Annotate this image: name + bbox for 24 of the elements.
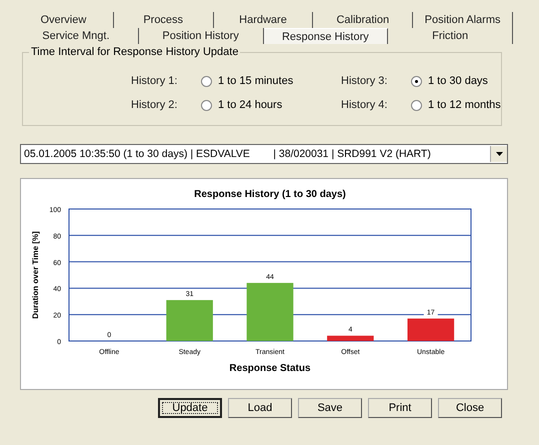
x-axis-title: Response Status	[229, 363, 311, 374]
history-label: History 3:	[341, 75, 388, 87]
radio-option[interactable]: 1 to 15 minutes	[201, 75, 341, 87]
radio-option[interactable]: 1 to 30 days	[411, 75, 539, 87]
action-button[interactable]: Print	[368, 398, 432, 418]
radio-option[interactable]: 1 to 24 hours	[201, 99, 341, 111]
action-button[interactable]: Update	[158, 398, 222, 418]
bar	[166, 300, 213, 341]
action-button[interactable]: Save	[298, 398, 362, 418]
history-label: History 2:	[131, 99, 178, 111]
bar	[246, 282, 294, 341]
history-label: History 1:	[131, 75, 178, 87]
y-axis-title: Duration over Time [%]	[31, 231, 40, 319]
group-title: Time Interval for Response History Update	[29, 46, 240, 58]
record-dropdown[interactable]: 05.01.2005 10:35:50 (1 to 30 days) | ESDVALVE | 38/020031 | SRD991 V2 (HART)	[20, 144, 508, 164]
dropdown-caret-icon[interactable]	[490, 146, 507, 162]
bar	[407, 318, 454, 341]
tab[interactable]: Response History	[264, 28, 388, 44]
action-button[interactable]: Close	[438, 398, 502, 418]
history-label: History 4:	[341, 99, 388, 111]
action-button[interactable]: Load	[228, 398, 292, 418]
radio-option[interactable]: 1 to 12 months	[411, 99, 539, 111]
bar	[327, 336, 374, 341]
chart-title: Response History (1 to 30 days)	[194, 189, 346, 200]
